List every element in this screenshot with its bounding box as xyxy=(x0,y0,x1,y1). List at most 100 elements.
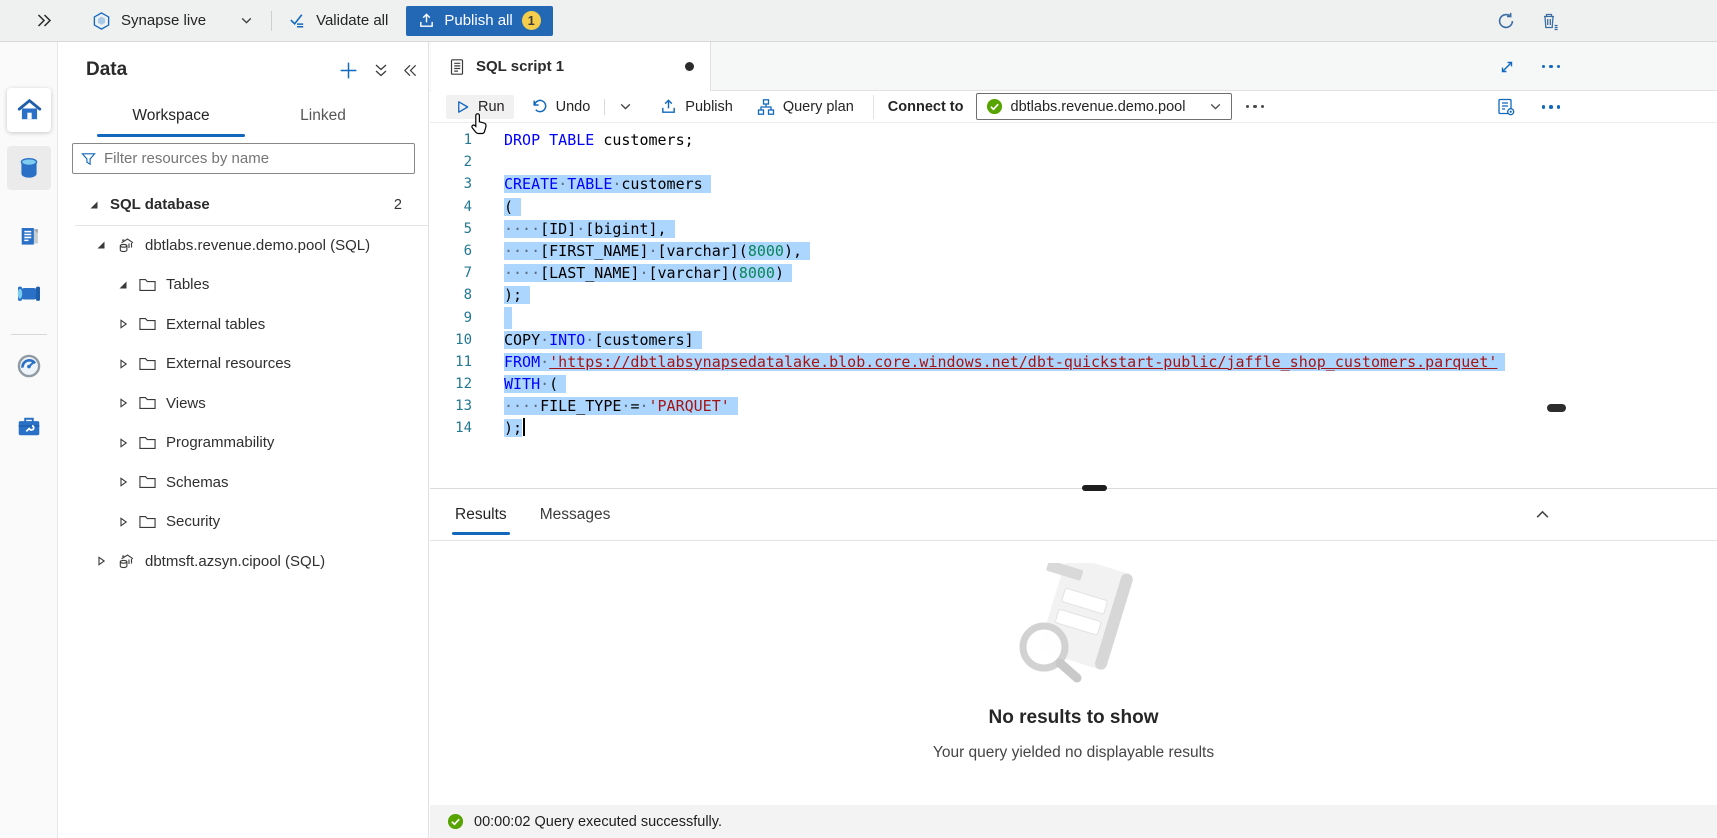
validate-all-button[interactable]: Validate all xyxy=(288,11,388,30)
chevron-collapsed-icon[interactable] xyxy=(117,319,129,329)
nav-develop-button[interactable] xyxy=(7,214,51,258)
code-line[interactable]: 10COPY·INTO·[customers] xyxy=(430,329,1717,351)
tab-workspace[interactable]: Workspace xyxy=(97,98,245,134)
synapse-hexagon-icon xyxy=(92,11,111,31)
no-results-illustration xyxy=(992,563,1156,693)
tree-item-sql-database[interactable]: SQL database 2 xyxy=(58,185,428,225)
validate-check-icon xyxy=(288,11,307,30)
divider xyxy=(873,95,874,119)
filter-funnel-icon xyxy=(81,151,96,167)
tab-linked[interactable]: Linked xyxy=(283,98,363,134)
folder-icon xyxy=(139,317,156,331)
filter-resources-input[interactable] xyxy=(104,150,406,167)
database-count: 2 xyxy=(394,197,402,213)
refresh-icon[interactable] xyxy=(1496,11,1516,31)
connect-more-icon[interactable] xyxy=(1246,105,1265,109)
document-tab-strip: SQL script 1 xyxy=(430,42,1717,91)
code-line[interactable]: 4( xyxy=(430,196,1717,218)
add-resource-icon[interactable] xyxy=(338,60,359,81)
expand-editor-icon[interactable] xyxy=(1499,59,1515,75)
splitter-grip[interactable] xyxy=(1082,485,1107,491)
tab-messages[interactable]: Messages xyxy=(540,489,611,541)
empty-state-subtitle: Your query yielded no displayable result… xyxy=(933,744,1214,762)
code-line[interactable]: 8); xyxy=(430,284,1717,306)
top-command-bar: Synapse live Validate all Publish all 1 xyxy=(0,0,1717,42)
nav-data-button[interactable] xyxy=(7,146,51,190)
scrollbar-thumb[interactable] xyxy=(1547,404,1566,412)
line-number: 13 xyxy=(430,395,472,417)
tree-item-tables[interactable]: Tables xyxy=(58,265,428,305)
editor-toolbar: Run Undo Publish Query plan Connect to d… xyxy=(430,91,1717,123)
chevron-down-icon xyxy=(240,14,253,27)
connect-to-dropdown[interactable]: dbtlabs.revenue.demo.pool xyxy=(976,93,1232,120)
code-line[interactable]: 9 xyxy=(430,307,1717,329)
tree-item-schemas[interactable]: Schemas xyxy=(58,463,428,503)
chevron-collapsed-icon[interactable] xyxy=(117,517,129,527)
panel-title: Data xyxy=(86,59,127,81)
divider xyxy=(271,11,272,31)
chevron-collapsed-icon[interactable] xyxy=(95,556,107,566)
tree-item-programmability[interactable]: Programmability xyxy=(58,423,428,463)
query-status-bar: 00:00:02 Query executed successfully. xyxy=(430,805,1717,838)
collapse-results-icon[interactable] xyxy=(1534,506,1551,523)
data-explorer-panel: Data Workspace Linked SQL database xyxy=(58,42,429,838)
expand-sidebar-icon[interactable] xyxy=(36,13,52,28)
line-number: 14 xyxy=(430,417,472,439)
chevron-collapsed-icon[interactable] xyxy=(117,359,129,369)
tab-sql-script-1[interactable]: SQL script 1 xyxy=(431,42,711,91)
chevron-expanded-icon[interactable] xyxy=(117,280,129,290)
workspace-mode-label: Synapse live xyxy=(121,12,206,29)
code-line[interactable]: 1DROP TABLE customers; xyxy=(430,129,1717,151)
code-line[interactable]: 12WITH·( xyxy=(430,373,1717,395)
rail-divider xyxy=(11,334,47,335)
collapse-panel-icon[interactable] xyxy=(403,63,418,78)
line-number: 9 xyxy=(430,307,472,329)
publish-all-button[interactable]: Publish all 1 xyxy=(406,6,552,36)
code-line[interactable]: 3CREATE·TABLE·customers xyxy=(430,173,1717,195)
nav-manage-button[interactable] xyxy=(7,404,51,448)
tree-item-views[interactable]: Views xyxy=(58,384,428,424)
chevron-collapsed-icon[interactable] xyxy=(117,438,129,448)
tree-item-external-tables[interactable]: External tables xyxy=(58,305,428,345)
more-commands-icon[interactable] xyxy=(1542,105,1561,109)
discard-all-icon[interactable] xyxy=(1540,11,1560,32)
tree-item-pool-dbtmsft[interactable]: dbtmsft.azsyn.cipool (SQL) xyxy=(58,542,428,582)
code-line[interactable]: 2 xyxy=(430,151,1717,173)
tree-item-external-resources[interactable]: External resources xyxy=(58,344,428,384)
chevron-collapsed-icon[interactable] xyxy=(117,477,129,487)
nav-home-button[interactable] xyxy=(7,88,51,132)
folder-icon xyxy=(139,357,156,371)
nav-integrate-button[interactable] xyxy=(7,272,51,316)
code-line[interactable]: 11FROM·'https://dbtlabsynapsedatalake.bl… xyxy=(430,351,1717,373)
folder-icon xyxy=(139,515,156,529)
collapse-all-icon[interactable] xyxy=(374,62,388,79)
publish-count-badge: 1 xyxy=(522,11,541,30)
code-line[interactable]: 13····FILE_TYPE·=·'PARQUET' xyxy=(430,395,1717,417)
home-icon xyxy=(16,97,43,123)
chevron-collapsed-icon[interactable] xyxy=(117,398,129,408)
resource-tree: SQL database 2 dbtlabs.revenue.demo.pool… xyxy=(58,185,428,581)
code-line[interactable]: 7····[LAST_NAME]·[varchar](8000) xyxy=(430,262,1717,284)
nav-monitor-button[interactable] xyxy=(7,344,51,388)
folder-icon xyxy=(139,278,156,292)
workspace-mode-dropdown[interactable]: Synapse live xyxy=(92,11,253,31)
publish-button[interactable]: Publish xyxy=(651,94,742,119)
tab-results[interactable]: Results xyxy=(455,489,507,541)
run-button[interactable]: Run xyxy=(446,95,514,119)
chevron-expanded-icon[interactable] xyxy=(95,240,107,250)
undo-button[interactable]: Undo xyxy=(522,94,600,119)
code-line[interactable]: 14); xyxy=(430,417,1717,439)
code-line[interactable]: 6····[FIRST_NAME]·[varchar](8000), xyxy=(430,240,1717,262)
properties-icon[interactable] xyxy=(1496,97,1516,117)
line-number: 2 xyxy=(430,151,472,173)
run-options-chevron[interactable] xyxy=(610,96,641,117)
chevron-expanded-icon[interactable] xyxy=(88,200,100,210)
more-actions-icon[interactable] xyxy=(1542,65,1561,69)
tree-item-pool-dbtlabs[interactable]: dbtlabs.revenue.demo.pool (SQL) xyxy=(58,226,428,266)
code-line[interactable]: 5····[ID]·[bigint], xyxy=(430,218,1717,240)
query-plan-button[interactable]: Query plan xyxy=(748,94,863,120)
tree-item-security[interactable]: Security xyxy=(58,502,428,542)
sql-pool-icon xyxy=(117,552,135,570)
chevron-down-icon xyxy=(1209,100,1222,113)
sql-code-editor[interactable]: 1DROP TABLE customers;23CREATE·TABLE·cus… xyxy=(430,123,1717,488)
